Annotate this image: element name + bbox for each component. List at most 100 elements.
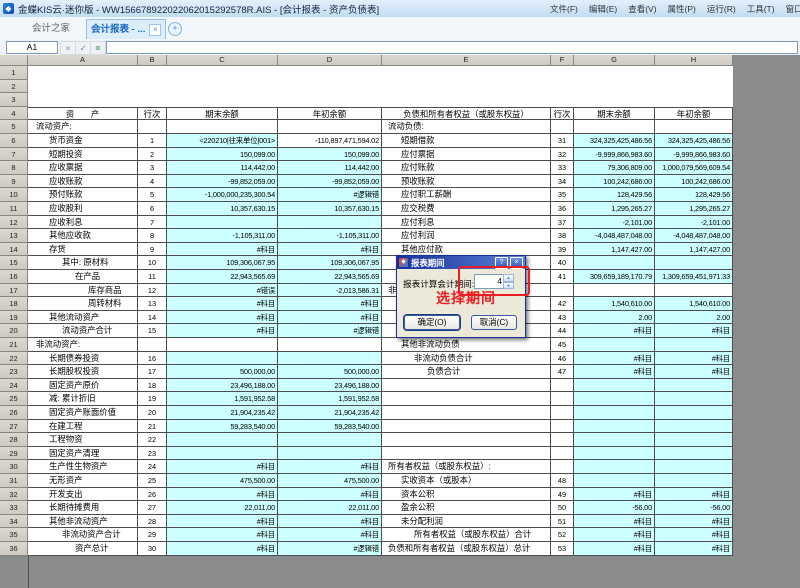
cell-beginning-balance[interactable]: 10,357,630.15 bbox=[278, 202, 382, 216]
cell-ending-balance[interactable] bbox=[167, 352, 278, 366]
cell-ending-balance[interactable]: #科目 bbox=[167, 324, 278, 338]
cell-asset-label[interactable]: 其他流动资产 bbox=[28, 311, 138, 325]
cell-ending-balance[interactable] bbox=[167, 120, 278, 134]
cell-asset-label[interactable]: 在产品 bbox=[28, 270, 138, 284]
cell-beginning-balance[interactable]: 1,309,659,451,971.33 bbox=[655, 270, 733, 284]
column-header-E[interactable]: E bbox=[382, 55, 551, 66]
cell-line-no[interactable]: 1 bbox=[138, 134, 167, 148]
cell-ending-balance[interactable]: 500,000.00 bbox=[167, 365, 278, 379]
cell-line-no[interactable]: 35 bbox=[551, 188, 574, 202]
cell-ending-balance[interactable]: 21,904,235.42 bbox=[167, 406, 278, 420]
cell-asset-label[interactable]: 长期待摊费用 bbox=[28, 501, 138, 515]
cell-ending-balance[interactable]: 1,147,427.00 bbox=[574, 243, 655, 257]
cell-beginning-balance[interactable] bbox=[278, 433, 382, 447]
cell-liability-label[interactable] bbox=[382, 379, 551, 393]
row-header-6[interactable]: 6 bbox=[0, 134, 28, 148]
cell-beginning-balance[interactable]: -56.00 bbox=[655, 501, 733, 515]
cell-ending-balance[interactable] bbox=[574, 406, 655, 420]
cell-beginning-balance[interactable]: -1,105,311.00 bbox=[278, 229, 382, 243]
cell-asset-label[interactable]: 其他应收款 bbox=[28, 229, 138, 243]
cell-ending-balance[interactable]: 150,099.00 bbox=[167, 148, 278, 162]
cell-ending-balance[interactable]: #科目 bbox=[167, 243, 278, 257]
cell-line-no[interactable]: 17 bbox=[138, 365, 167, 379]
cell-asset-label[interactable]: 库存商品 bbox=[28, 284, 138, 298]
tab-report-active[interactable]: 会计报表 - ... × bbox=[86, 19, 166, 39]
row-header-32[interactable]: 32 bbox=[0, 488, 28, 502]
cell-ending-balance[interactable] bbox=[167, 433, 278, 447]
cell-beginning-balance[interactable]: 475,500.00 bbox=[278, 474, 382, 488]
cell-ending-balance[interactable] bbox=[574, 474, 655, 488]
cell-line-no[interactable]: 20 bbox=[138, 406, 167, 420]
cancel-button[interactable]: 取消(C) bbox=[471, 315, 517, 330]
cell-liability-label[interactable]: 负债和所有者权益（或股东权益）总计 bbox=[382, 542, 551, 556]
cell-asset-label[interactable]: 流动资产: bbox=[28, 120, 138, 134]
cell-ending-balance[interactable]: #科目 bbox=[574, 324, 655, 338]
cell-line-no[interactable]: 32 bbox=[551, 148, 574, 162]
cell-beginning-balance[interactable]: 59,283,540.00 bbox=[278, 420, 382, 434]
cell-name-box[interactable]: A1 bbox=[6, 41, 58, 54]
cell-beginning-balance[interactable]: 114,442.00 bbox=[278, 161, 382, 175]
cell-beginning-balance[interactable]: #科目 bbox=[655, 365, 733, 379]
cell-ending-balance[interactable]: #科目 bbox=[167, 311, 278, 325]
cell-ending-balance[interactable]: 100,242,686.00 bbox=[574, 175, 655, 189]
cell-asset-label[interactable]: 应收票据 bbox=[28, 161, 138, 175]
cell-ending-balance[interactable]: 22,011.00 bbox=[167, 501, 278, 515]
cell-beginning-balance[interactable]: 150,099.00 bbox=[278, 148, 382, 162]
cell-liability-label[interactable]: 未分配利润 bbox=[382, 515, 551, 529]
cell-line-no[interactable]: 44 bbox=[551, 324, 574, 338]
cell-line-no[interactable]: 27 bbox=[138, 501, 167, 515]
cell-beginning-balance[interactable]: #科目 bbox=[278, 488, 382, 502]
cell-asset-label[interactable]: 固定资产账面价值 bbox=[28, 406, 138, 420]
cell-asset-label[interactable]: 长期债券投资 bbox=[28, 352, 138, 366]
cell-beginning-balance[interactable]: -2,101.00 bbox=[655, 216, 733, 230]
cell-line-no[interactable]: 36 bbox=[551, 202, 574, 216]
cell-asset-label[interactable]: 资产总计 bbox=[28, 542, 138, 556]
cell-asset-label[interactable]: 减: 累计折旧 bbox=[28, 392, 138, 406]
cell-liability-label[interactable]: 应交税费 bbox=[382, 202, 551, 216]
cell-line-no[interactable]: 23 bbox=[138, 447, 167, 461]
cell-line-no[interactable]: 34 bbox=[551, 175, 574, 189]
cell-line-no[interactable]: 50 bbox=[551, 501, 574, 515]
header-cell-line[interactable]: 行次 bbox=[551, 107, 574, 121]
cell-line-no[interactable]: 15 bbox=[138, 324, 167, 338]
cell-line-no[interactable]: 28 bbox=[138, 515, 167, 529]
cell-ending-balance[interactable]: #科目 bbox=[574, 542, 655, 556]
cell-liability-label[interactable] bbox=[382, 406, 551, 420]
cell-beginning-balance[interactable]: #科目 bbox=[655, 542, 733, 556]
cell-ending-balance[interactable]: 22,943,565.69 bbox=[167, 270, 278, 284]
cell-beginning-balance[interactable]: #逻辑错 bbox=[278, 188, 382, 202]
cell-line-no[interactable]: 6 bbox=[138, 202, 167, 216]
cell-asset-label[interactable]: 在建工程 bbox=[28, 420, 138, 434]
cell-beginning-balance[interactable]: 2.00 bbox=[655, 311, 733, 325]
cell-line-no[interactable] bbox=[551, 433, 574, 447]
header-cell-ending[interactable]: 期末余额 bbox=[574, 107, 655, 121]
cell-line-no[interactable]: 18 bbox=[138, 379, 167, 393]
cell-line-no[interactable]: 2 bbox=[138, 148, 167, 162]
cell-beginning-balance[interactable]: #逻辑错 bbox=[278, 324, 382, 338]
cell-ending-balance[interactable]: 23,496,188.00 bbox=[167, 379, 278, 393]
cell-beginning-balance[interactable]: #科目 bbox=[655, 488, 733, 502]
cell-liability-label[interactable]: 应付利息 bbox=[382, 216, 551, 230]
cell-ending-balance[interactable] bbox=[574, 460, 655, 474]
cell-beginning-balance[interactable] bbox=[655, 433, 733, 447]
cell-beginning-balance[interactable]: 1,147,427.00 bbox=[655, 243, 733, 257]
cell-line-no[interactable]: 47 bbox=[551, 365, 574, 379]
cell-liability-label[interactable]: 非流动负债合计 bbox=[382, 352, 551, 366]
cell-beginning-balance[interactable]: 1,295,265.27 bbox=[655, 202, 733, 216]
cell-liability-label[interactable]: 负债合计 bbox=[382, 365, 551, 379]
row-header-30[interactable]: 30 bbox=[0, 460, 28, 474]
cell-beginning-balance[interactable]: 500,000.00 bbox=[278, 365, 382, 379]
row-header-4[interactable]: 4 bbox=[0, 107, 28, 121]
cell-beginning-balance[interactable] bbox=[655, 256, 733, 270]
cell-liability-label[interactable]: 预收账款 bbox=[382, 175, 551, 189]
cell-ending-balance[interactable]: 1,540,610.00 bbox=[574, 297, 655, 311]
cell-line-no[interactable]: 40 bbox=[551, 256, 574, 270]
cell-line-no[interactable]: 42 bbox=[551, 297, 574, 311]
column-header-H[interactable]: H bbox=[655, 55, 733, 66]
cell-beginning-balance[interactable] bbox=[655, 120, 733, 134]
cell-beginning-balance[interactable] bbox=[655, 447, 733, 461]
cell-asset-label[interactable]: 无形资产 bbox=[28, 474, 138, 488]
row-header-8[interactable]: 8 bbox=[0, 161, 28, 175]
cell-liability-label[interactable]: 盈余公积 bbox=[382, 501, 551, 515]
cell-liability-label[interactable]: 其他非流动负债 bbox=[382, 338, 551, 352]
